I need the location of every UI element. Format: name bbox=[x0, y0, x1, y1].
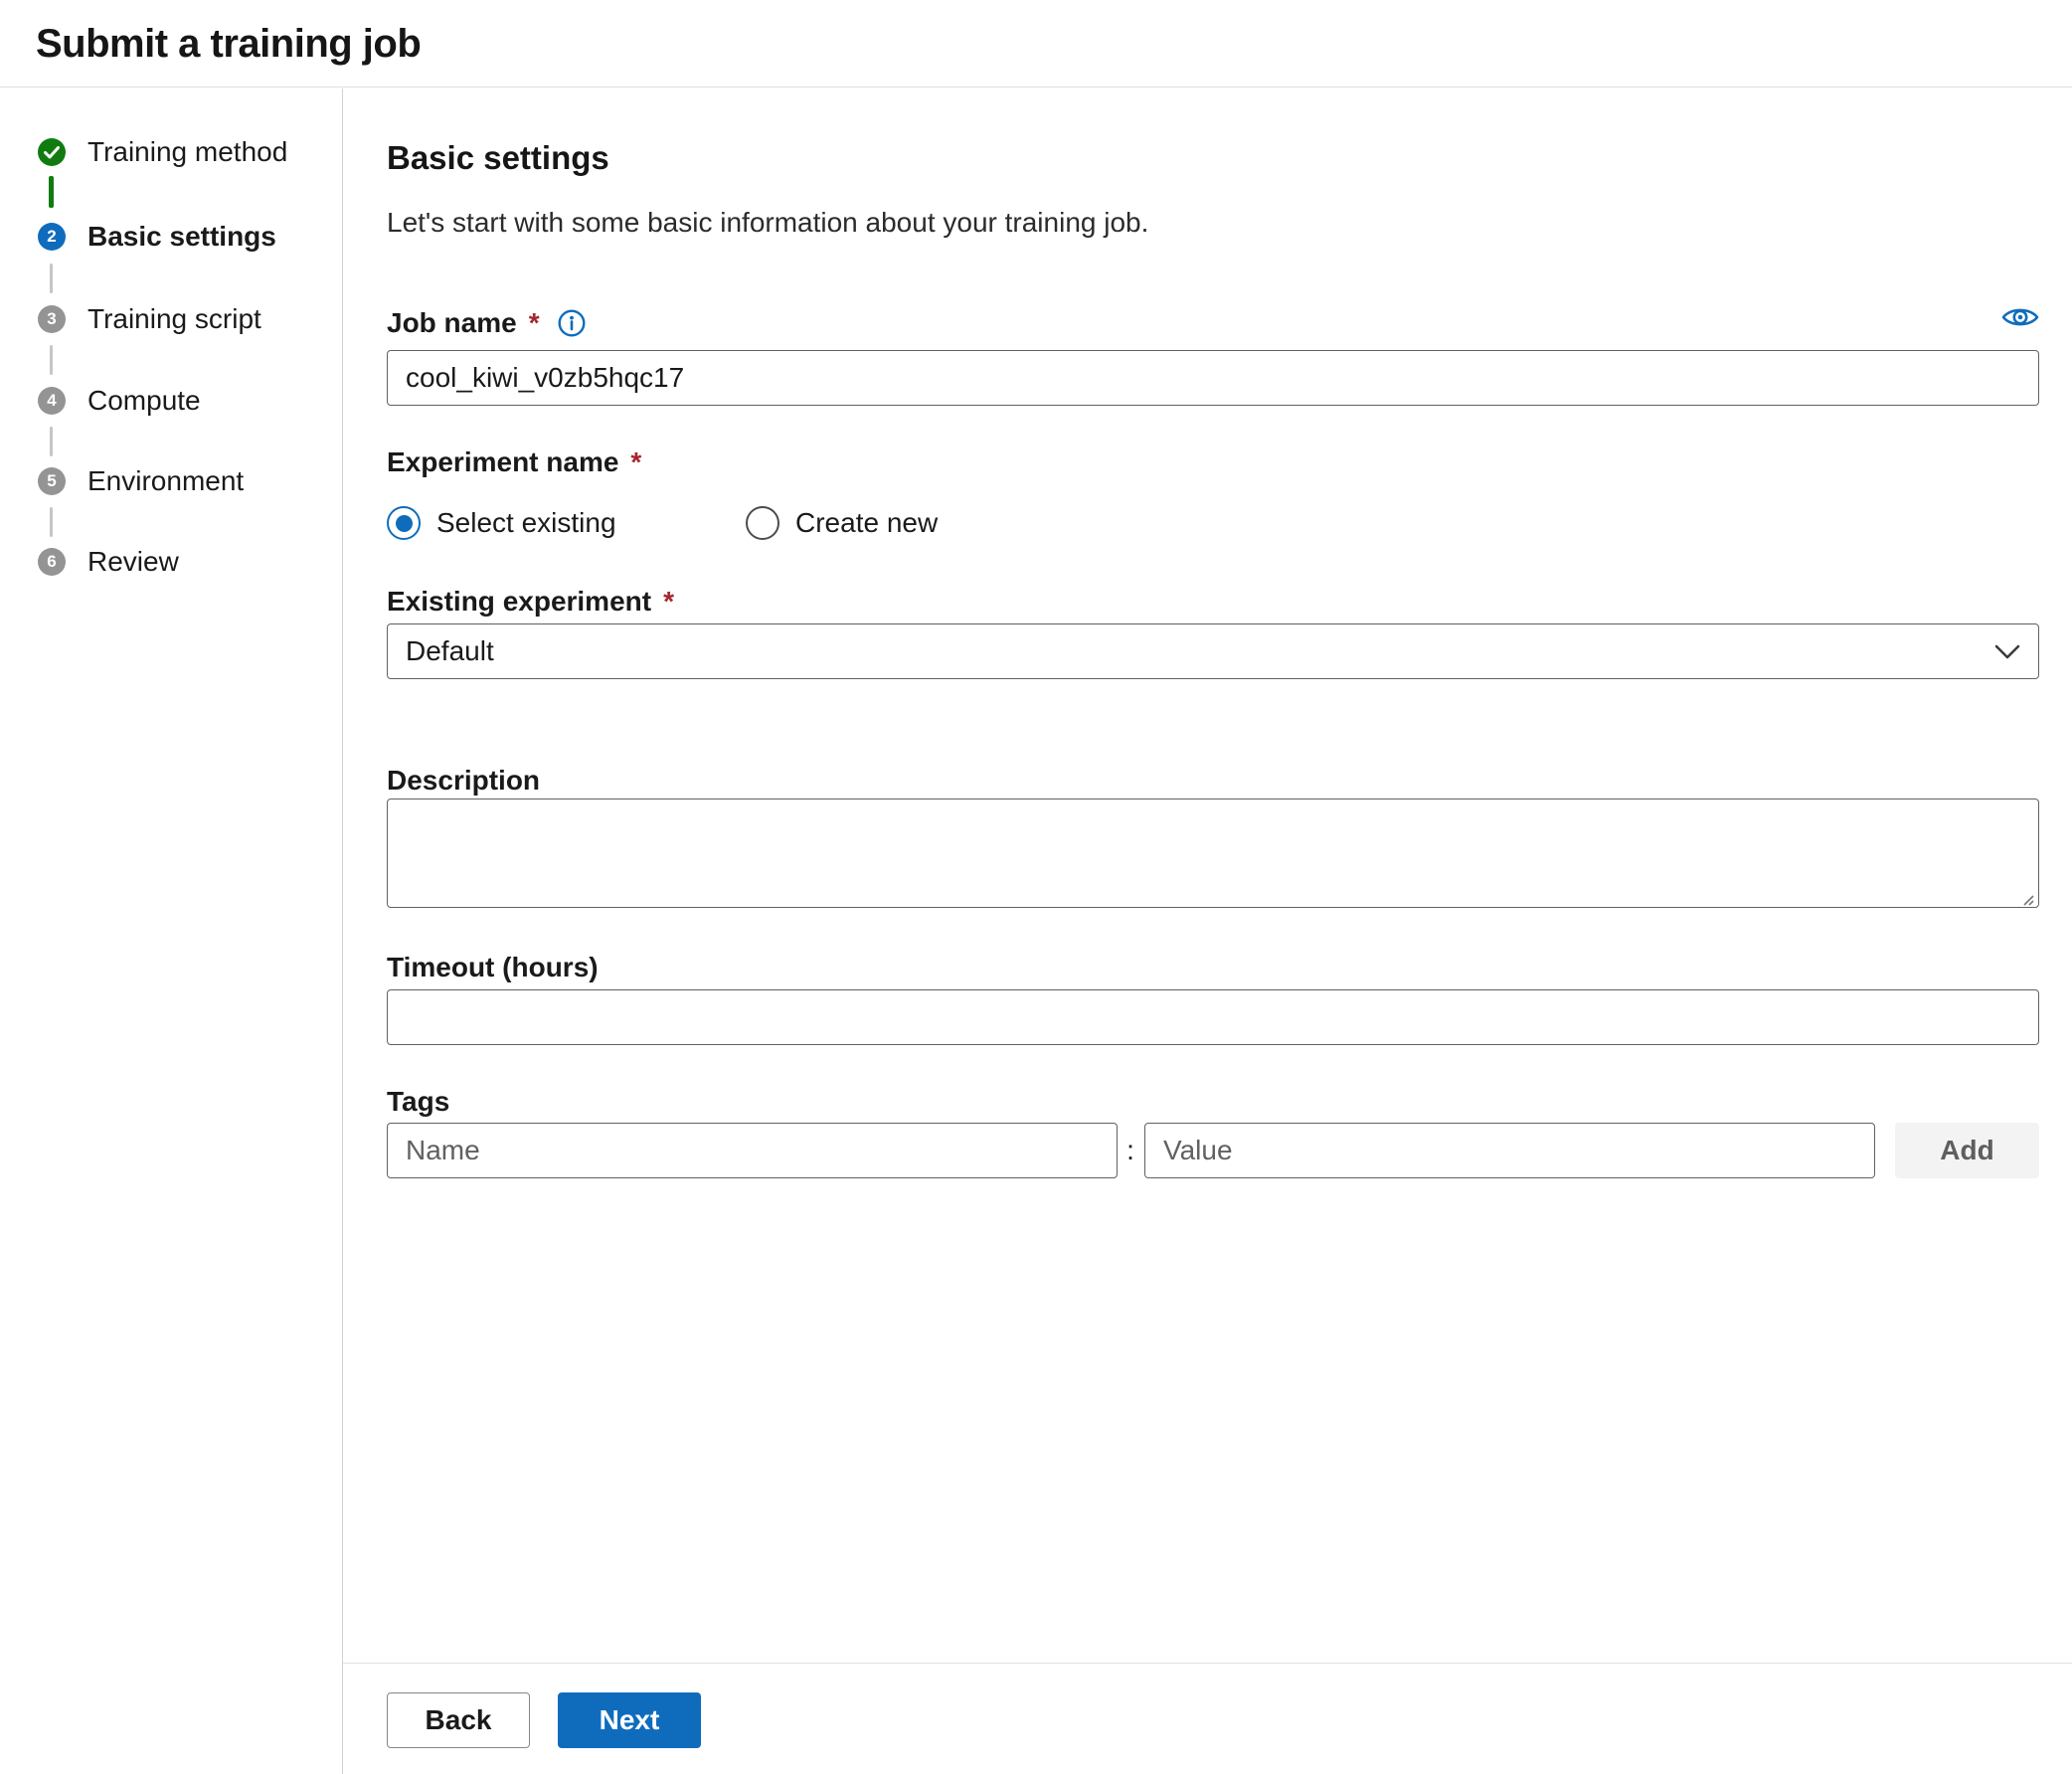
tags-label: Tags bbox=[387, 1086, 450, 1117]
step-connector bbox=[49, 176, 54, 208]
back-button[interactable]: Back bbox=[387, 1692, 530, 1748]
wizard-stepper: Training method 2 Basic settings 3 Train… bbox=[0, 89, 343, 1774]
step-label: Training script bbox=[87, 303, 261, 334]
existing-experiment-label: Existing experiment * bbox=[387, 586, 674, 617]
description-field-wrap bbox=[387, 798, 2039, 913]
checkmark-icon bbox=[38, 138, 66, 166]
required-asterisk: * bbox=[630, 446, 642, 477]
job-name-label: Job name * bbox=[387, 306, 586, 340]
existing-experiment-dropdown[interactable]: Default bbox=[387, 623, 2039, 679]
radio-selected-icon bbox=[387, 506, 421, 540]
radio-select-existing[interactable]: Select existing bbox=[387, 506, 616, 540]
step-number-badge: 2 bbox=[38, 223, 66, 251]
step-connector bbox=[50, 427, 53, 456]
section-heading: Basic settings bbox=[387, 139, 609, 176]
eye-preview-icon[interactable] bbox=[2001, 304, 2039, 330]
step-number-badge: 6 bbox=[38, 548, 66, 576]
description-label: Description bbox=[387, 765, 541, 796]
section-intro: Let's start with some basic information … bbox=[387, 207, 1149, 238]
step-number-badge: 5 bbox=[38, 467, 66, 495]
step-label: Compute bbox=[87, 385, 201, 416]
tag-value-input[interactable] bbox=[1144, 1123, 1875, 1178]
experiment-name-label: Experiment name * bbox=[387, 446, 642, 477]
tag-name-input[interactable] bbox=[387, 1123, 1118, 1178]
basic-settings-form: Basic settings Let's start with some bas… bbox=[343, 88, 2072, 1774]
sidebar-step-review[interactable]: 6 Review bbox=[38, 545, 179, 579]
timeout-input[interactable] bbox=[387, 989, 2039, 1045]
required-asterisk: * bbox=[663, 586, 674, 617]
job-name-input[interactable] bbox=[387, 350, 2039, 406]
radio-create-new[interactable]: Create new bbox=[746, 506, 938, 540]
sidebar-step-compute[interactable]: 4 Compute bbox=[38, 384, 201, 418]
tag-separator: : bbox=[1126, 1135, 1134, 1165]
step-label: Training method bbox=[87, 136, 288, 167]
step-connector bbox=[50, 345, 53, 375]
page-title: Submit a training job bbox=[36, 22, 422, 66]
sidebar-step-training-method[interactable]: Training method bbox=[38, 135, 287, 169]
panel-header: Submit a training job bbox=[0, 0, 2072, 88]
submit-training-job-panel: Submit a training job Training method 2 … bbox=[0, 0, 2072, 1774]
step-label: Environment bbox=[87, 465, 245, 496]
description-textarea[interactable] bbox=[387, 798, 2039, 908]
add-tag-button[interactable]: Add bbox=[1895, 1123, 2039, 1178]
info-icon[interactable] bbox=[558, 309, 586, 337]
dropdown-selected-value: Default bbox=[406, 635, 494, 666]
step-number-badge: 3 bbox=[38, 305, 66, 333]
step-label: Review bbox=[87, 546, 179, 577]
experiment-radio-group: Select existing Create new bbox=[343, 506, 2072, 540]
sidebar-step-environment[interactable]: 5 Environment bbox=[38, 464, 244, 498]
footer-divider bbox=[343, 1663, 2072, 1664]
step-label: Basic settings bbox=[87, 221, 276, 252]
step-connector bbox=[50, 264, 53, 293]
step-connector bbox=[50, 507, 53, 537]
radio-unselected-icon bbox=[746, 506, 779, 540]
sidebar-step-basic-settings[interactable]: 2 Basic settings bbox=[38, 220, 276, 254]
sidebar-step-training-script[interactable]: 3 Training script bbox=[38, 302, 261, 336]
timeout-label: Timeout (hours) bbox=[387, 952, 599, 982]
required-asterisk: * bbox=[528, 307, 540, 338]
chevron-down-icon bbox=[1994, 644, 2020, 659]
next-button[interactable]: Next bbox=[558, 1692, 701, 1748]
step-number-badge: 4 bbox=[38, 387, 66, 415]
